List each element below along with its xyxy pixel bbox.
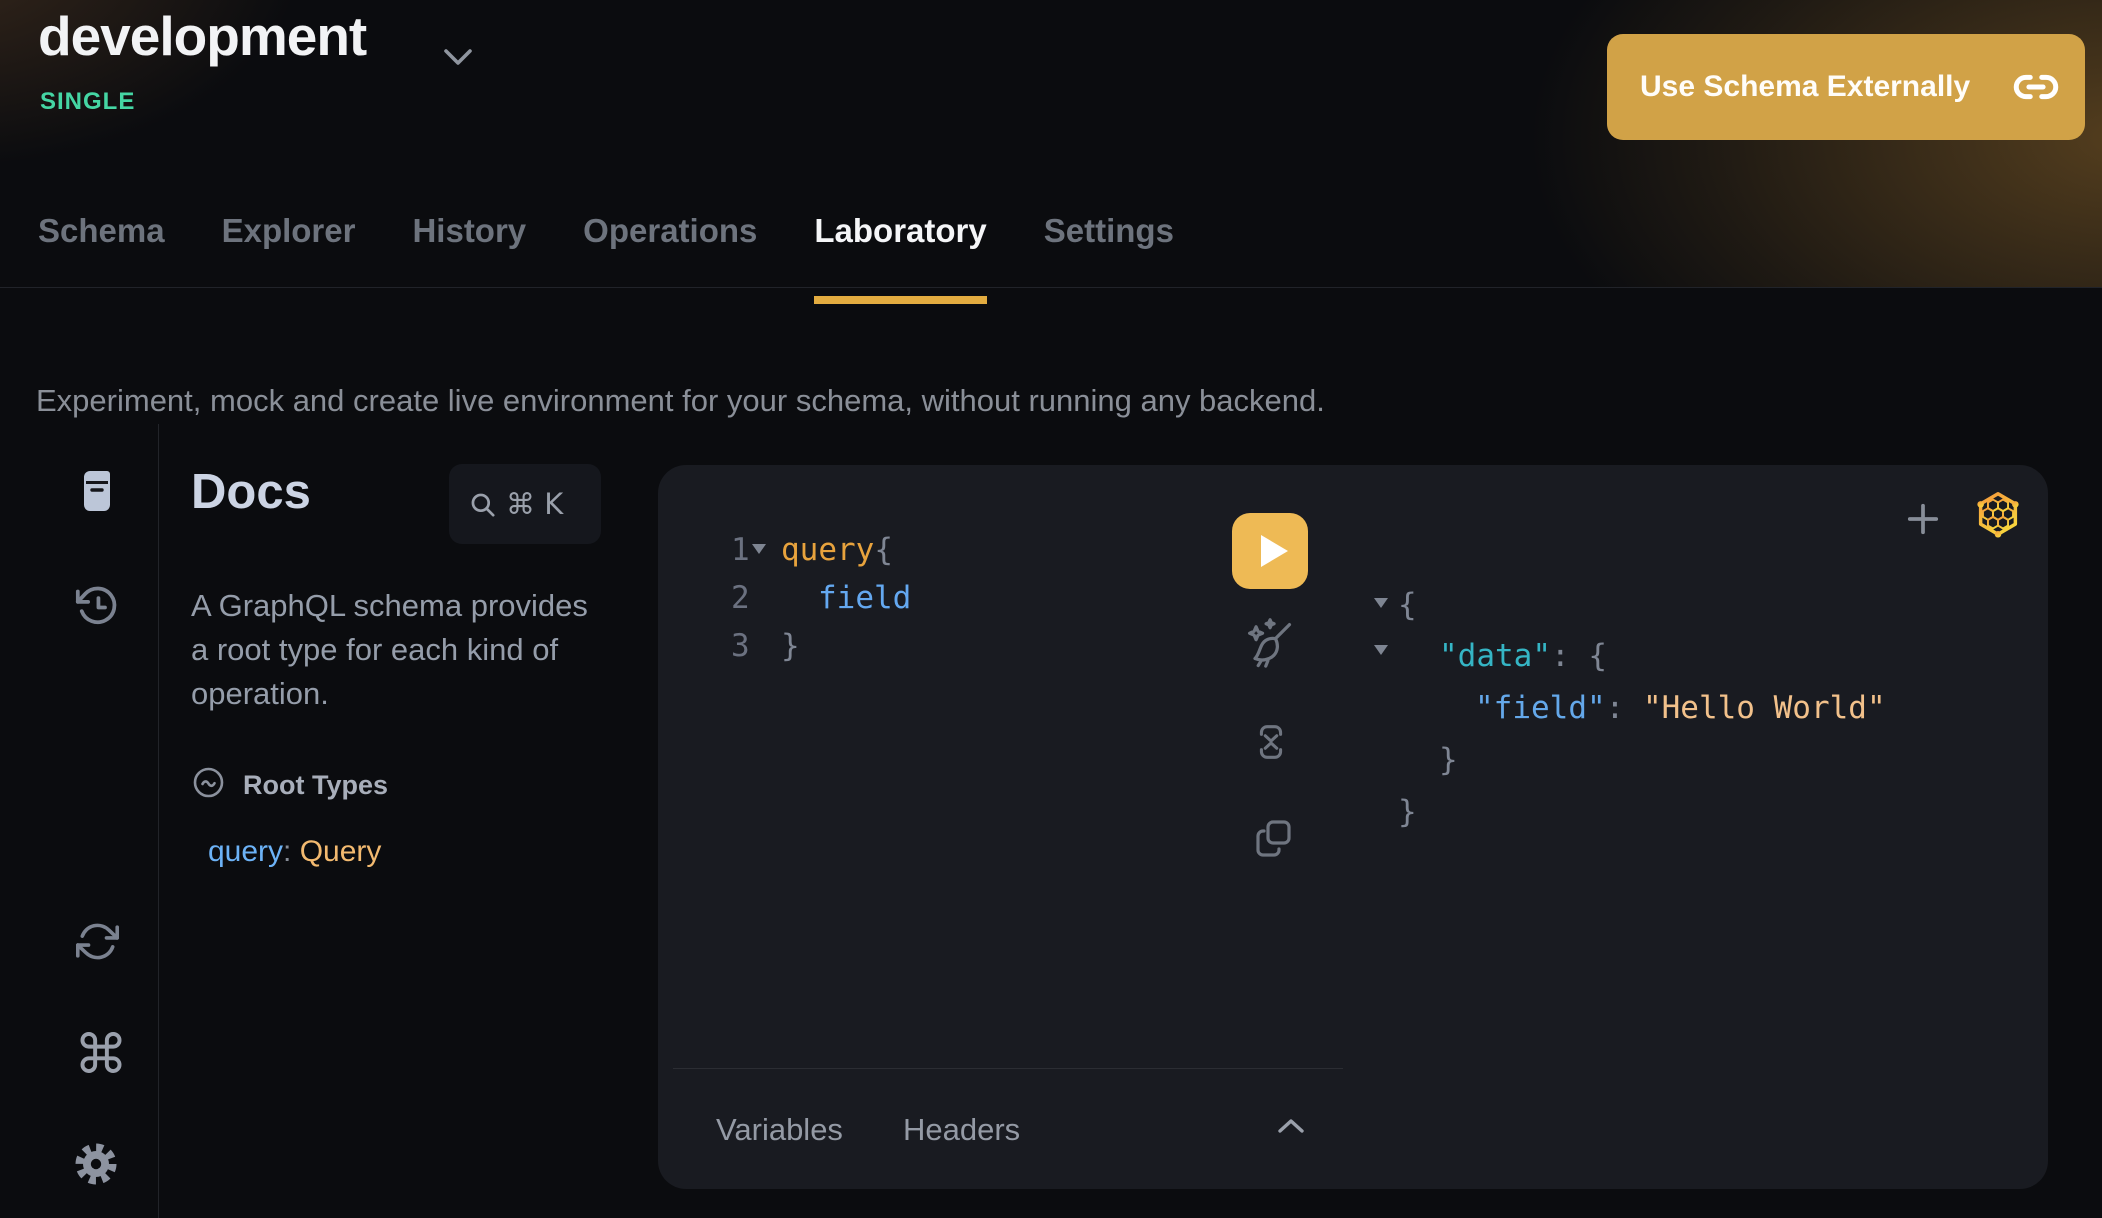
plus-icon xyxy=(1901,497,1945,541)
sidebar-item-shortcuts[interactable]: ⌘ xyxy=(74,1028,128,1082)
tab-bar: Schema Explorer History Operations Labor… xyxy=(0,196,2102,288)
hive-logo-icon xyxy=(1971,487,2025,541)
environment-badge: SINGLE xyxy=(40,88,135,116)
collapse-bottom-panel-button[interactable] xyxy=(1275,1116,1307,1139)
editor-code-line[interactable]: field xyxy=(818,578,911,618)
chevron-down-icon[interactable] xyxy=(443,48,473,73)
editor-code-line[interactable]: } xyxy=(781,626,800,666)
fold-triangle-icon[interactable] xyxy=(752,544,766,554)
docs-book-icon xyxy=(79,470,114,512)
sidebar-item-history[interactable] xyxy=(75,584,120,632)
use-schema-externally-button[interactable]: Use Schema Externally xyxy=(1607,34,2085,140)
tab-settings[interactable]: Settings xyxy=(1044,196,1174,303)
prettify-broom-icon xyxy=(1242,616,1296,672)
use-schema-externally-label: Use Schema Externally xyxy=(1640,70,1970,104)
target-name-title[interactable]: development xyxy=(38,4,366,68)
tab-explorer[interactable]: Explorer xyxy=(222,196,356,303)
search-icon xyxy=(469,491,496,518)
response-line: "data": { xyxy=(1439,636,1607,676)
sidebar-item-settings[interactable] xyxy=(72,1140,120,1191)
root-type-field-name[interactable]: query xyxy=(208,835,283,868)
execute-play-icon xyxy=(1261,535,1288,567)
docs-panel-title: Docs xyxy=(191,464,311,520)
fold-triangle-icon[interactable] xyxy=(1374,598,1388,608)
editor-code-line[interactable]: query{ xyxy=(781,530,893,570)
laboratory-page: development SINGLE Use Schema Externally… xyxy=(0,0,2102,1218)
docs-description: A GraphQL schema provides a root type fo… xyxy=(191,584,603,716)
editor-line-number: 1 xyxy=(731,530,750,570)
collapse-chevron-icon xyxy=(1275,1116,1307,1136)
sidebar-item-docs[interactable] xyxy=(79,470,114,515)
response-line: "field": "Hello World" xyxy=(1475,688,1886,728)
root-types-label: Root Types xyxy=(243,770,388,801)
copy-icon xyxy=(1251,816,1295,860)
page-subtitle: Experiment, mock and create live environ… xyxy=(36,383,1325,419)
response-line: { xyxy=(1398,585,1417,625)
search-shortcut-label: ⌘ K xyxy=(506,487,563,521)
sidebar-item-reload[interactable] xyxy=(76,920,119,966)
add-tab-button[interactable] xyxy=(1901,497,1945,544)
graphiql-panel: 1 query{ 2 field 3 } xyxy=(658,465,2048,1189)
execute-query-button[interactable] xyxy=(1232,513,1308,589)
response-line: } xyxy=(1398,792,1417,832)
reload-icon xyxy=(76,920,119,963)
command-shortcuts-icon: ⌘ xyxy=(74,1025,128,1085)
root-type-query-link[interactable]: query: Query xyxy=(208,835,381,869)
tab-schema[interactable]: Schema xyxy=(38,196,165,303)
editor-bottom-divider xyxy=(673,1068,1343,1069)
history-clock-icon xyxy=(75,584,120,629)
prettify-button[interactable] xyxy=(1242,616,1296,675)
hive-logo-button[interactable] xyxy=(1971,487,2025,544)
tab-operations[interactable]: Operations xyxy=(583,196,757,303)
merge-fragments-button[interactable] xyxy=(1248,719,1294,768)
sidebar-divider xyxy=(158,424,159,1218)
docs-search-button[interactable]: ⌘ K xyxy=(449,464,601,544)
fold-triangle-icon[interactable] xyxy=(1374,645,1388,655)
root-type-separator: : xyxy=(283,835,300,868)
tab-laboratory[interactable]: Laboratory xyxy=(814,196,986,303)
editor-line-number: 3 xyxy=(731,626,750,666)
tab-headers[interactable]: Headers xyxy=(903,1112,1020,1148)
root-types-icon xyxy=(192,766,225,804)
response-line: } xyxy=(1439,740,1458,780)
settings-gear-icon xyxy=(72,1140,120,1188)
root-type-type-name[interactable]: Query xyxy=(300,835,382,868)
tab-history[interactable]: History xyxy=(412,196,526,303)
editor-line-number: 2 xyxy=(731,578,750,618)
link-icon xyxy=(2013,70,2059,104)
copy-query-button[interactable] xyxy=(1251,816,1295,863)
merge-fragments-icon xyxy=(1248,719,1294,765)
tab-variables[interactable]: Variables xyxy=(716,1112,843,1148)
